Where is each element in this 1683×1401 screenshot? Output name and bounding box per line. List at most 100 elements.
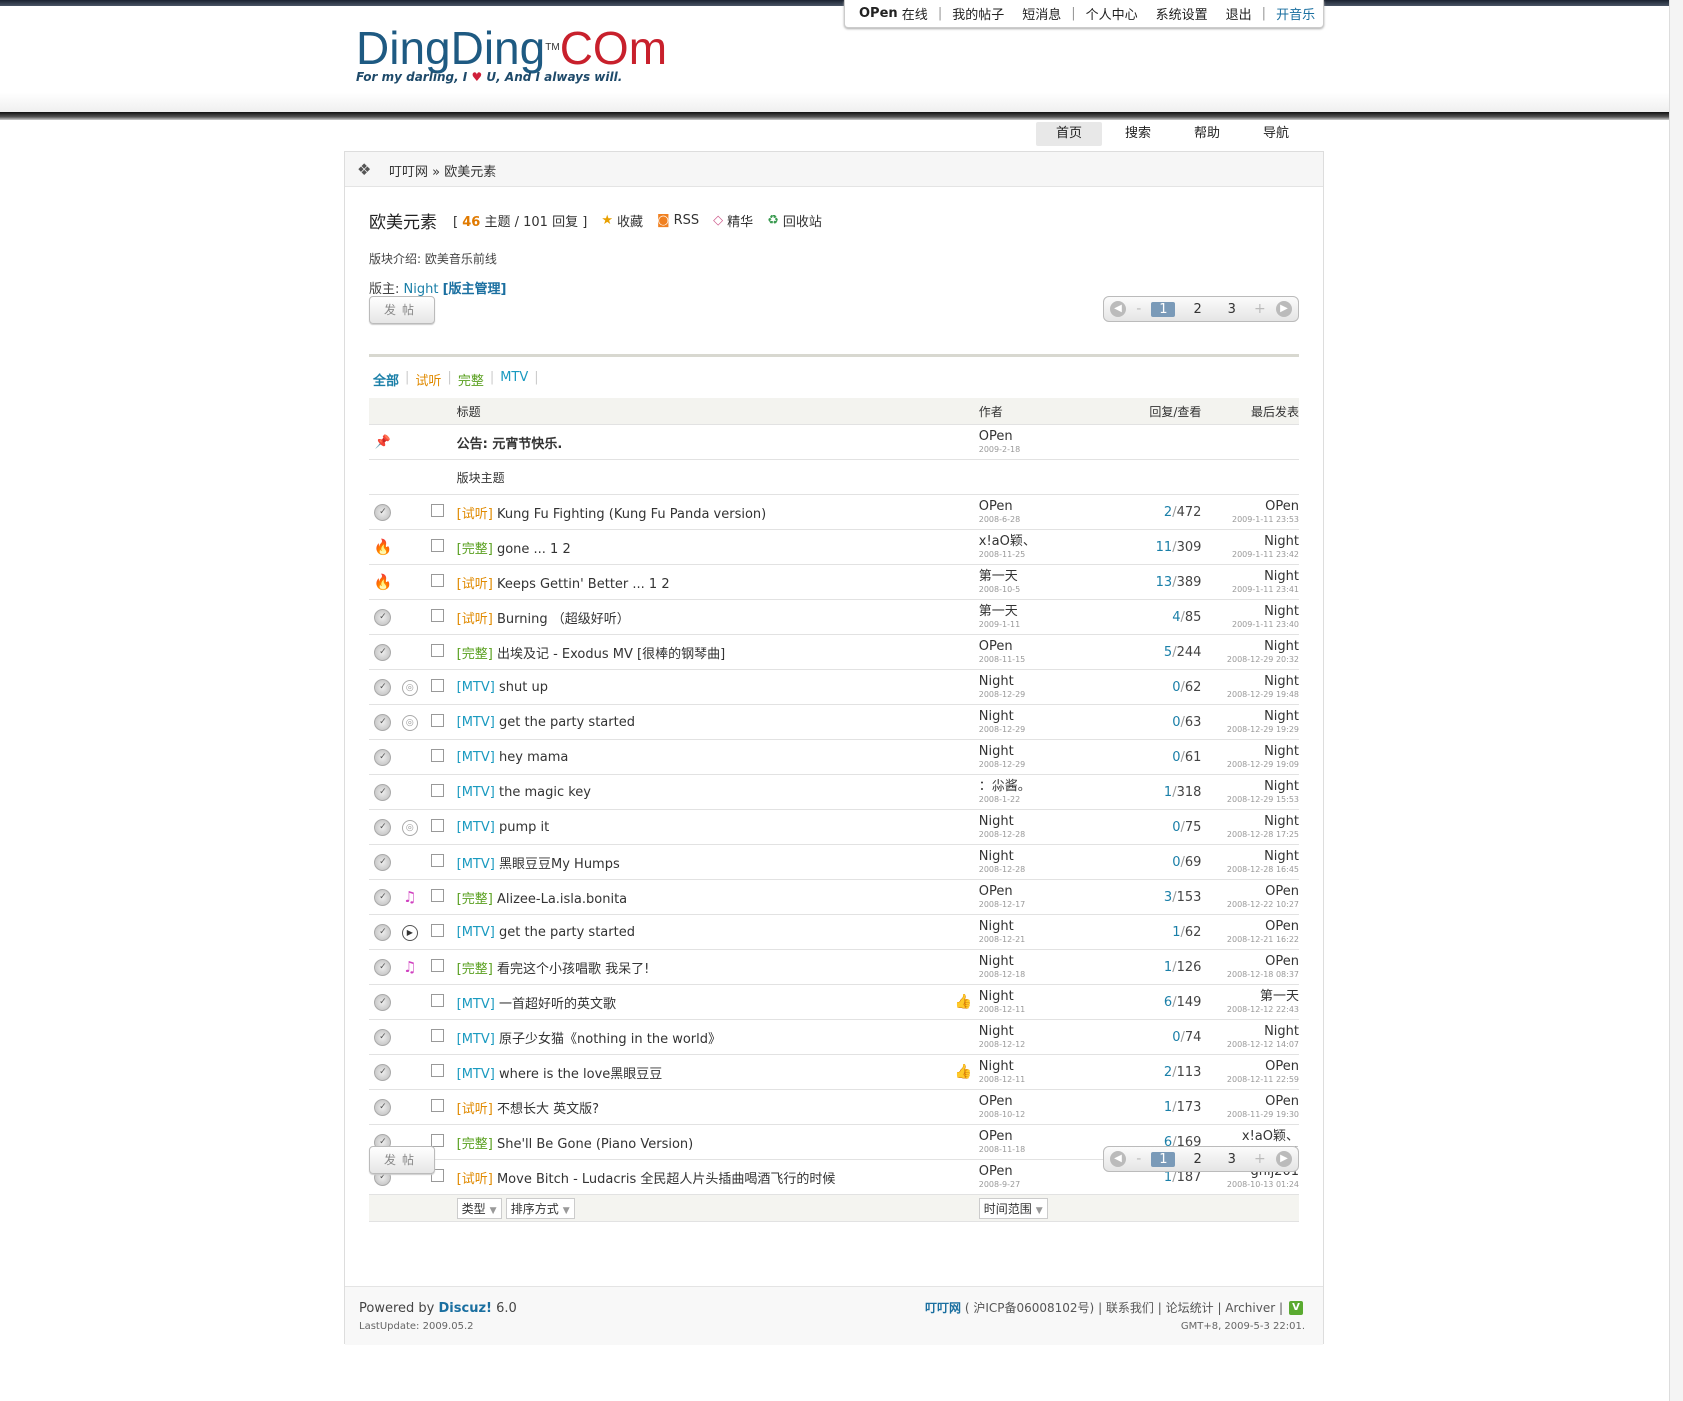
thread-author[interactable]: x!aO颖、 — [979, 535, 1098, 548]
icp-link[interactable]: ( 沪ICP备06008102号) — [965, 1299, 1094, 1316]
thread-title[interactable]: hey mama — [499, 750, 568, 765]
last-post-time[interactable]: 2008-12-29 19:48 — [1201, 690, 1299, 700]
page-2[interactable]: 2 — [1186, 1152, 1210, 1167]
table-row[interactable]: ✓ [MTV] 原子少女猫《nothing in the world》 Nigh… — [369, 1019, 1299, 1055]
favorite-link[interactable]: ★ 收藏 — [601, 211, 643, 230]
last-post-time[interactable]: 2009-1-11 23:53 — [1201, 515, 1299, 525]
nav-navigation[interactable]: 导航 — [1243, 122, 1309, 146]
mod-manage-link[interactable]: [版主管理] — [443, 282, 507, 297]
thread-author[interactable]: 第一天 — [979, 570, 1098, 583]
table-row[interactable]: ✓ [MTV] 黑眼豆豆My Humps Night 2008-12-28 0/6… — [369, 844, 1299, 880]
last-post-time[interactable]: 2008-12-11 22:59 — [1201, 1075, 1299, 1085]
thread-author[interactable]: OPen — [979, 640, 1098, 653]
table-row[interactable]: ✓ ♫ [完整] Alizee-La.isla.bonita OPen 2008-… — [369, 879, 1299, 915]
last-post-time[interactable]: 2008-12-22 10:27 — [1201, 900, 1299, 910]
thread-title[interactable]: 一首超好听的英文歌 — [499, 997, 616, 1012]
thread-title[interactable]: Burning （超级好听） — [497, 612, 630, 627]
thread-author[interactable]: Night — [979, 1025, 1098, 1038]
nav-home[interactable]: 首页 — [1036, 122, 1102, 146]
thread-title[interactable]: pump it — [499, 820, 549, 835]
thread-type-tag[interactable]: [试听] — [457, 612, 493, 627]
digest-link[interactable]: ◇ 精华 — [713, 211, 753, 230]
thread-author[interactable]: Night — [979, 990, 1098, 1003]
prev-page-icon[interactable]: - — [1136, 301, 1141, 317]
thread-title[interactable]: 看完这个小孩唱歌 我呆了! — [497, 962, 649, 977]
thread-author[interactable]: OPen — [979, 500, 1098, 513]
thread-type-tag[interactable]: [试听] — [457, 1102, 493, 1117]
settings-link[interactable]: 系统设置 — [1156, 4, 1208, 23]
table-row[interactable]: 🔥 [完整] gone ... 1 2 x!aO颖、 2008-11-25 11/… — [369, 529, 1299, 565]
thread-title[interactable]: get the party started — [499, 925, 635, 940]
last-post-user[interactable]: Night — [1201, 745, 1299, 758]
announcement-row[interactable]: 📌 公告: 元宵节快乐. OPen 2009-2-18 — [369, 424, 1299, 460]
thread-title[interactable]: where is the love黑眼豆豆 — [499, 1067, 662, 1082]
first-page-icon[interactable]: ◀ — [1110, 1151, 1126, 1167]
last-post-time[interactable]: 2008-12-29 19:09 — [1201, 760, 1299, 770]
discuz-link[interactable]: Discuz! — [439, 1301, 492, 1316]
thread-author[interactable]: Night — [979, 710, 1098, 723]
thread-type-tag[interactable]: [MTV] — [457, 857, 495, 872]
thread-type-tag[interactable]: [完整] — [457, 647, 493, 662]
last-post-user[interactable]: Night — [1201, 640, 1299, 653]
last-post-user[interactable]: Night — [1201, 1025, 1299, 1038]
table-row[interactable]: ✓ ♫ [完整] 看完这个小孩唱歌 我呆了! Night 2008-12-18 1… — [369, 949, 1299, 985]
thread-type-tag[interactable]: [MTV] — [457, 820, 495, 835]
thread-title[interactable]: 不想长大 英文版? — [497, 1102, 599, 1117]
thread-author[interactable]: Night — [979, 850, 1098, 863]
last-post-time[interactable]: 2008-12-29 15:53 — [1201, 795, 1299, 805]
table-row[interactable]: 🔥 [试听] Keeps Gettin' Better ... 1 2 第一天 2… — [369, 564, 1299, 600]
personal-center-link[interactable]: 个人中心 — [1086, 4, 1138, 23]
last-post-time[interactable]: 2008-12-29 19:29 — [1201, 725, 1299, 735]
my-posts-link[interactable]: 我的帖子 — [952, 4, 1004, 23]
last-post-user[interactable]: Night — [1201, 605, 1299, 618]
page-1[interactable]: 1 — [1151, 301, 1176, 317]
recycle-link[interactable]: ♻ 回收站 — [767, 211, 822, 230]
thread-type-tag[interactable]: [MTV] — [457, 715, 495, 730]
select-checkbox[interactable] — [431, 643, 445, 657]
select-checkbox[interactable] — [431, 888, 445, 902]
contact-link[interactable]: 联系我们 — [1106, 1299, 1154, 1316]
time-range-dropdown[interactable]: 时间范围 ▼ — [978, 1197, 1048, 1219]
thread-type-tag[interactable]: [试听] — [457, 507, 493, 522]
thread-title[interactable]: 黑眼豆豆My Humps — [499, 857, 620, 872]
thread-type-tag[interactable]: [试听] — [457, 577, 493, 592]
thread-author[interactable]: Night — [979, 675, 1098, 688]
last-post-time[interactable]: 2008-12-21 16:22 — [1201, 935, 1299, 945]
table-row[interactable]: ✓ [试听] 不想长大 英文版? OPen 2008-10-12 1/173 OP… — [369, 1089, 1299, 1125]
last-post-user[interactable]: OPen — [1201, 920, 1299, 933]
prev-page-icon[interactable]: - — [1136, 1151, 1141, 1167]
thread-title[interactable]: 原子少女猫《nothing in the world》 — [499, 1032, 721, 1047]
thread-author[interactable]: OPen — [979, 1165, 1098, 1178]
select-checkbox[interactable] — [431, 853, 445, 867]
select-checkbox[interactable] — [431, 538, 445, 552]
select-checkbox[interactable] — [431, 1133, 445, 1147]
thread-title[interactable]: get the party started — [499, 715, 635, 730]
thread-title[interactable]: She'll Be Gone (Piano Version) — [497, 1137, 693, 1152]
last-post-user[interactable]: OPen — [1201, 1060, 1299, 1073]
last-post-user[interactable]: Night — [1201, 570, 1299, 583]
first-page-icon[interactable]: ◀ — [1110, 301, 1126, 317]
thread-author[interactable]: Night — [979, 815, 1098, 828]
select-checkbox[interactable] — [431, 1063, 445, 1077]
page-2[interactable]: 2 — [1186, 302, 1210, 317]
select-checkbox[interactable] — [431, 608, 445, 622]
nav-search[interactable]: 搜索 — [1105, 122, 1171, 146]
last-post-time[interactable]: 2008-12-29 20:32 — [1201, 655, 1299, 665]
table-row[interactable]: ✓ ◎ [MTV] get the party started Night 200… — [369, 704, 1299, 740]
thread-type-tag[interactable]: [完整] — [457, 892, 493, 907]
last-page-icon[interactable]: ▶ — [1275, 1151, 1292, 1167]
thread-author[interactable]: OPen — [979, 885, 1098, 898]
thread-author[interactable]: OPen — [979, 1095, 1098, 1108]
table-row[interactable]: ✓ [MTV] hey mama Night 2008-12-29 0/61 Ni… — [369, 739, 1299, 775]
thread-title[interactable]: Kung Fu Fighting (Kung Fu Panda version) — [497, 507, 766, 522]
select-checkbox[interactable] — [431, 678, 445, 692]
last-post-user[interactable]: OPen — [1201, 955, 1299, 968]
thread-title[interactable]: the magic key — [499, 785, 591, 800]
table-row[interactable]: ✓ ◎ [MTV] shut up Night 2008-12-29 0/62 N… — [369, 669, 1299, 705]
moderator-link[interactable]: Night — [404, 282, 439, 297]
last-post-user[interactable]: OPen — [1201, 500, 1299, 513]
select-checkbox[interactable] — [431, 503, 445, 517]
select-checkbox[interactable] — [431, 1028, 445, 1042]
announcement-author[interactable]: OPen — [979, 430, 1098, 443]
last-post-user[interactable]: Night — [1201, 535, 1299, 548]
